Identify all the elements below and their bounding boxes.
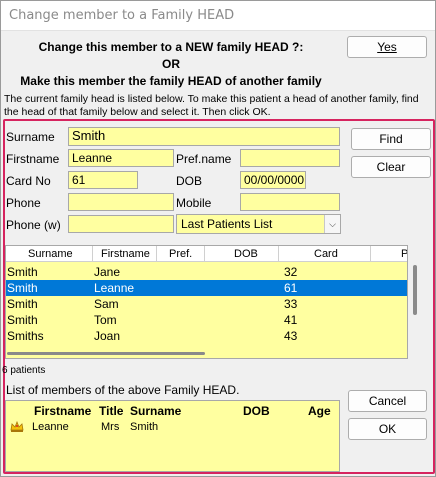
members-title: List of members of the above Family HEAD… <box>6 383 240 397</box>
mobile-label: Mobile <box>176 196 212 210</box>
cell-surname: Smiths <box>7 329 44 343</box>
col-p[interactable]: P <box>401 248 407 260</box>
cardno-input[interactable]: 61 <box>68 171 138 189</box>
table-row[interactable]: Smith Jane 32 <box>6 264 407 280</box>
cell-card: 41 <box>284 313 298 327</box>
col-pref[interactable]: Pref. <box>169 248 192 260</box>
phone-input[interactable] <box>68 193 174 211</box>
dob-input[interactable]: 00/00/0000 <box>240 171 306 189</box>
col-dob[interactable]: DOB <box>234 248 258 260</box>
firstname-label: Firstname <box>6 152 60 166</box>
prefname-label: Pref.name <box>176 152 232 166</box>
col-firstname[interactable]: Firstname <box>101 248 150 260</box>
table-row[interactable]: Smith Sam 33 <box>6 296 407 312</box>
cell-card: 43 <box>284 329 298 343</box>
col-surname[interactable]: Surname <box>28 248 73 260</box>
surname-input[interactable]: Smith <box>68 127 340 146</box>
members-col-firstname: Firstname <box>34 404 92 418</box>
scrollbar-thumb[interactable] <box>413 265 417 315</box>
cell-surname: Smith <box>7 265 38 279</box>
firstname-input[interactable]: Leanne <box>68 149 174 167</box>
cardno-label: Card No <box>6 174 51 188</box>
heading-other-family: Make this member the family HEAD of anot… <box>20 74 322 88</box>
cell-card: 61 <box>284 281 298 295</box>
patients-count: 6 patients <box>2 365 46 376</box>
mobile-input[interactable] <box>240 193 340 211</box>
cell-card: 32 <box>284 265 298 279</box>
window-title: Change member to a Family HEAD <box>9 8 235 23</box>
crown-icon <box>10 421 24 432</box>
prefname-input[interactable] <box>240 149 340 167</box>
col-card[interactable]: Card <box>314 248 338 260</box>
cell-surname: Smith <box>7 281 38 295</box>
members-col-title: Title <box>99 404 124 418</box>
clear-button[interactable]: Clear <box>351 156 431 178</box>
patients-grid-header: Surname Firstname Pref. DOB Card P <box>6 246 407 262</box>
members-list[interactable]: Firstname Title Surname DOB Age Leanne M… <box>5 400 340 472</box>
phone-label: Phone <box>6 196 41 210</box>
heading-or: OR <box>162 57 180 71</box>
chevron-down-icon[interactable]: ⌵ <box>324 215 340 233</box>
heading-new-head: Change this member to a NEW family HEAD … <box>38 40 304 54</box>
title-bar: Change member to a Family HEAD <box>1 1 435 31</box>
yes-button-label: Yes <box>377 40 397 54</box>
table-row[interactable]: Smiths Joan 43 <box>6 328 407 344</box>
dialog-window: Change member to a Family HEAD Change th… <box>0 0 436 477</box>
members-col-age: Age <box>308 404 331 418</box>
dob-label: DOB <box>176 174 203 188</box>
patients-grid[interactable]: Surname Firstname Pref. DOB Card P Smith… <box>5 245 408 359</box>
surname-label: Surname <box>6 130 55 144</box>
yes-button[interactable]: Yes <box>347 36 427 58</box>
table-row[interactable]: Smith Tom 41 <box>6 312 407 328</box>
member-surname: Smith <box>130 421 159 433</box>
cell-firstname: Joan <box>94 329 121 343</box>
ok-button[interactable]: OK <box>348 418 427 440</box>
find-button[interactable]: Find <box>351 128 431 150</box>
cell-firstname: Tom <box>94 313 117 327</box>
members-col-surname: Surname <box>130 404 182 418</box>
phone-work-input[interactable] <box>68 215 174 233</box>
table-row-selected[interactable]: Smith Leanne 61 <box>6 280 407 296</box>
patients-list-select-value: Last Patients List <box>181 217 273 231</box>
cell-surname: Smith <box>7 297 38 311</box>
grid-vertical-scrollbar[interactable] <box>409 261 421 343</box>
cancel-button[interactable]: Cancel <box>348 390 427 412</box>
cell-card: 33 <box>284 297 298 311</box>
grid-horizontal-scrollbar[interactable] <box>7 352 205 355</box>
member-title: Mrs <box>101 421 120 433</box>
members-col-dob: DOB <box>243 404 270 418</box>
cell-surname: Smith <box>7 313 38 327</box>
phone-work-label: Phone (w) <box>6 218 61 232</box>
patients-list-select[interactable]: Last Patients List ⌵ <box>176 214 341 234</box>
member-firstname: Leanne <box>32 421 69 433</box>
cell-firstname: Jane <box>94 265 121 279</box>
cell-firstname: Leanne <box>94 281 135 295</box>
cell-firstname: Sam <box>94 297 119 311</box>
instructions-text: The current family head is listed below.… <box>4 93 419 118</box>
